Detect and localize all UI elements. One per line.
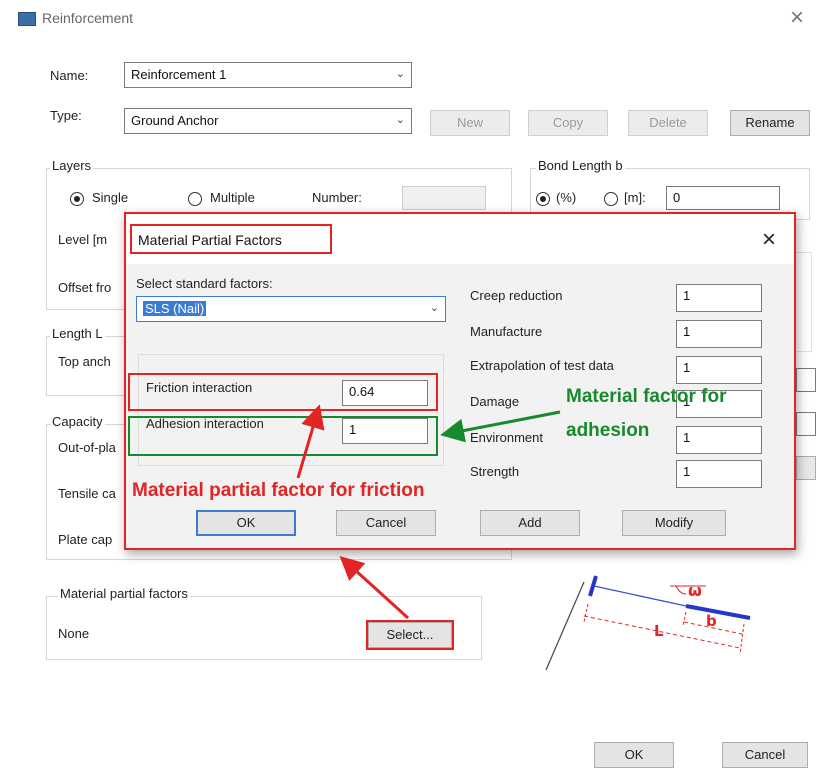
right-field-2[interactable] — [796, 412, 816, 436]
chevron-down-icon: ⌄ — [429, 302, 439, 314]
type-value: Ground Anchor — [131, 113, 219, 128]
dialog-ok-button[interactable]: OK — [196, 510, 296, 536]
wall-line — [545, 581, 585, 671]
adhesion-annotation-line1: Material factor for — [566, 386, 727, 407]
delete-button[interactable]: Delete — [628, 110, 708, 136]
select-standard-label: Select standard factors: — [136, 276, 273, 291]
dialog-add-button[interactable]: Add — [480, 510, 580, 536]
offset-label: Offset fro — [58, 280, 112, 295]
friction-highlight — [128, 373, 438, 411]
copy-button[interactable]: Copy — [528, 110, 608, 136]
adhesion-highlight — [128, 416, 438, 456]
window-title: Reinforcement — [42, 10, 134, 26]
bond-length-title: Bond Length b — [536, 158, 625, 173]
select-button-highlight — [366, 620, 454, 650]
window-icon — [18, 12, 36, 26]
strength-field[interactable]: 1 — [676, 460, 762, 488]
b-label: b — [706, 612, 717, 630]
right-button[interactable] — [796, 456, 816, 480]
creep-reduction-label: Creep reduction — [470, 288, 563, 303]
environment-field[interactable]: 1 — [676, 426, 762, 454]
strength-label: Strength — [470, 464, 520, 479]
number-field[interactable] — [402, 186, 486, 210]
friction-annotation: Material partial factor for friction — [132, 480, 425, 502]
dialog-close-button[interactable]: × — [762, 226, 776, 254]
manufacture-field[interactable]: 1 — [676, 320, 762, 348]
type-label: Type: — [50, 108, 82, 123]
reinforcement-diagram: ω L b — [536, 560, 816, 686]
out-of-plane-label: Out-of-pla — [58, 440, 116, 455]
name-value: Reinforcement 1 — [131, 67, 227, 82]
bond-pct-radio[interactable] — [536, 192, 550, 206]
anchor-bond — [685, 604, 751, 620]
ok-button[interactable]: OK — [594, 742, 674, 768]
anchor-thin — [593, 585, 687, 607]
omega-label: ω — [688, 581, 702, 600]
multiple-radio[interactable] — [188, 192, 202, 206]
bond-pct-label: (%) — [556, 190, 577, 205]
chevron-down-icon: ⌄ — [395, 68, 405, 80]
name-combo[interactable]: Reinforcement 1 ⌄ — [124, 62, 412, 88]
rename-button[interactable]: Rename — [730, 110, 810, 136]
standard-factors-combo[interactable]: SLS (Nail) ⌄ — [136, 296, 446, 322]
single-label: Single — [92, 190, 129, 205]
bond-m-radio[interactable] — [604, 192, 618, 206]
L-label: L — [654, 622, 664, 640]
adhesion-annotation-line2: adhesion — [566, 420, 650, 441]
material-title: Material partial factors — [58, 586, 190, 601]
layers-title: Layers — [50, 158, 94, 173]
omega-arc — [675, 585, 687, 595]
bond-m-label: [m]: — [624, 190, 646, 205]
top-anchor-label: Top anch — [58, 354, 111, 369]
manufacture-label: Manufacture — [470, 324, 543, 339]
chevron-down-icon: ⌄ — [395, 114, 405, 126]
window-close-button[interactable]: × — [790, 4, 804, 32]
new-button[interactable]: New — [430, 110, 510, 136]
tensile-label: Tensile ca — [58, 486, 116, 501]
multiple-label: Multiple — [210, 190, 255, 205]
material-value: None — [58, 626, 90, 641]
capacity-title: Capacity — [50, 414, 105, 429]
extrapolation-label: Extrapolation of test data — [470, 358, 614, 373]
single-radio[interactable] — [70, 192, 84, 206]
cancel-button[interactable]: Cancel — [722, 742, 808, 768]
creep-reduction-field[interactable]: 1 — [676, 284, 762, 312]
environment-label: Environment — [470, 430, 543, 445]
extrapolation-field[interactable]: 1 — [676, 356, 762, 384]
plate-label: Plate cap — [58, 532, 113, 547]
diagram-svg: ω L b — [545, 575, 751, 671]
length-title: Length L — [50, 326, 105, 341]
dialog-title-highlight — [130, 224, 332, 254]
standard-factors-value: SLS (Nail) — [143, 301, 207, 316]
number-label: Number: — [312, 190, 362, 205]
bond-length-field[interactable]: 0 — [666, 186, 780, 210]
dialog-cancel-button[interactable]: Cancel — [336, 510, 436, 536]
dialog-modify-button[interactable]: Modify — [622, 510, 726, 536]
damage-label: Damage — [470, 394, 520, 409]
name-label: Name: — [50, 68, 89, 83]
type-combo[interactable]: Ground Anchor ⌄ — [124, 108, 412, 134]
right-field-1[interactable] — [796, 368, 816, 392]
level-label: Level [m — [58, 232, 108, 247]
